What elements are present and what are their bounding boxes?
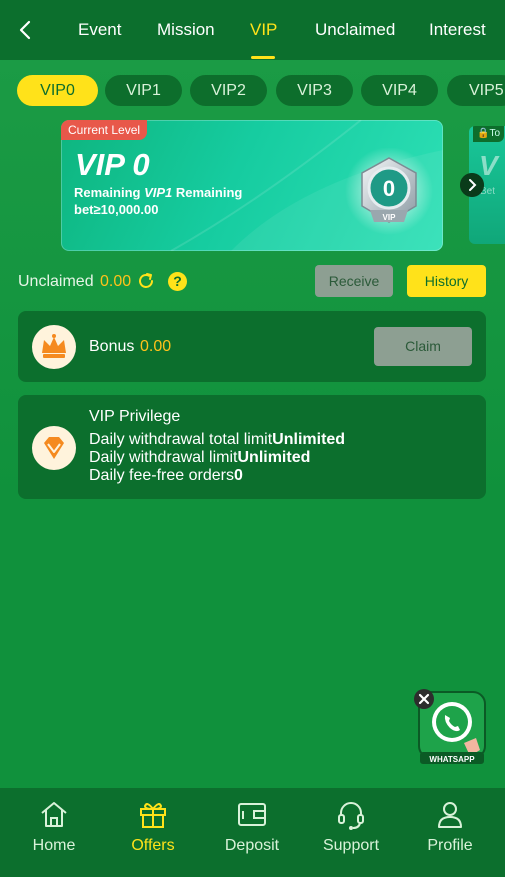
bet-requirement: bet≥10,000.00	[74, 202, 159, 217]
bonus-value: 0.00	[140, 338, 172, 355]
diamond-icon	[44, 437, 64, 459]
crown-icon	[42, 334, 66, 358]
medal-caption: VIP	[383, 213, 397, 222]
lock-badge: 🔒To	[473, 126, 505, 142]
nav-deposit-label: Deposit	[224, 837, 280, 854]
privilege-value: Unlimited	[272, 431, 346, 448]
user-icon	[438, 802, 462, 828]
vip-level-pill-5[interactable]: VIP5	[447, 75, 505, 106]
privilege-label: Daily fee-free orders	[89, 467, 234, 484]
top-tab-bar: Event Mission VIP Unclaimed Interest	[0, 0, 505, 60]
lock-icon: 🔒	[477, 128, 490, 139]
back-arrow-icon[interactable]	[14, 18, 38, 42]
privilege-title: VIP Privilege	[89, 408, 181, 425]
whatsapp-float-button[interactable]: WHATSAPP	[414, 688, 488, 768]
carousel-next-icon[interactable]	[460, 173, 484, 197]
tab-vip[interactable]: VIP	[250, 20, 277, 40]
gift-icon	[140, 803, 166, 828]
claim-button[interactable]: Claim	[374, 327, 472, 366]
bonus-panel: Bonus 0.00 Claim	[18, 311, 486, 382]
nav-deposit[interactable]: Deposit	[202, 788, 302, 877]
current-level-badge: Current Level	[61, 120, 148, 140]
crown-icon-circle	[32, 325, 76, 369]
help-icon[interactable]: ?	[168, 272, 187, 291]
nav-home-label: Home	[32, 837, 76, 854]
whatsapp-label: WHATSAPP	[429, 755, 475, 764]
active-tab-indicator	[251, 56, 275, 59]
medal-number: 0	[383, 176, 395, 201]
nav-home[interactable]: Home	[4, 788, 104, 877]
diamond-icon-circle	[32, 426, 76, 470]
nav-profile[interactable]: Profile	[400, 788, 500, 877]
vip-level-pill-2[interactable]: VIP2	[190, 75, 267, 106]
remaining-level: VIP1	[144, 185, 173, 200]
remaining-line: Remaining VIP1 Remaining	[74, 185, 242, 200]
vip-medal-icon: 0 VIP	[345, 148, 433, 235]
privilege-line-total-limit: Daily withdrawal total limitUnlimited	[89, 431, 345, 449]
vip-level-pill-1[interactable]: VIP1	[105, 75, 182, 106]
tab-unclaimed[interactable]: Unclaimed	[315, 20, 395, 40]
privilege-line-daily-limit: Daily withdrawal limitUnlimited	[89, 449, 310, 467]
remaining-prefix: Remaining	[74, 185, 145, 200]
history-button[interactable]: History	[407, 265, 486, 297]
home-icon	[41, 802, 67, 827]
vip-privilege-panel: VIP Privilege Daily withdrawal total lim…	[18, 395, 486, 499]
privilege-label: Daily withdrawal total limit	[89, 431, 273, 448]
current-level-card: Current Level VIP 0 Remaining VIP1 Remai…	[61, 120, 443, 251]
lock-label: To	[489, 128, 501, 139]
privilege-value: Unlimited	[237, 449, 311, 466]
tab-mission[interactable]: Mission	[157, 20, 215, 40]
privilege-label: Daily withdrawal limit	[89, 449, 238, 466]
tab-interest[interactable]: Interest	[429, 20, 486, 40]
nav-offers[interactable]: Offers	[103, 788, 203, 877]
refresh-icon[interactable]	[136, 271, 156, 291]
nav-offers-label: Offers	[131, 837, 175, 854]
vip-level-title: VIP 0	[75, 147, 150, 182]
vip-level-pill-4[interactable]: VIP4	[361, 75, 438, 106]
headset-icon	[338, 802, 364, 830]
nav-support[interactable]: Support	[301, 788, 401, 877]
bottom-nav: Home Offers Deposit Support Profile	[0, 788, 505, 877]
wallet-icon	[238, 803, 266, 826]
nav-profile-label: Profile	[427, 837, 473, 854]
vip-level-pill-3[interactable]: VIP3	[276, 75, 353, 106]
bonus-label: Bonus	[89, 338, 135, 355]
privilege-line-fee-free: Daily fee-free orders0	[89, 467, 243, 485]
tab-event[interactable]: Event	[78, 20, 121, 40]
unclaimed-label: Unclaimed	[18, 273, 94, 290]
receive-button[interactable]: Receive	[315, 265, 393, 297]
remaining-suffix: Remaining	[172, 185, 243, 200]
nav-support-label: Support	[322, 837, 380, 854]
unclaimed-value: 0.00	[100, 273, 132, 290]
vip-level-pill-0[interactable]: VIP0	[17, 75, 98, 106]
privilege-value: 0	[233, 467, 243, 484]
